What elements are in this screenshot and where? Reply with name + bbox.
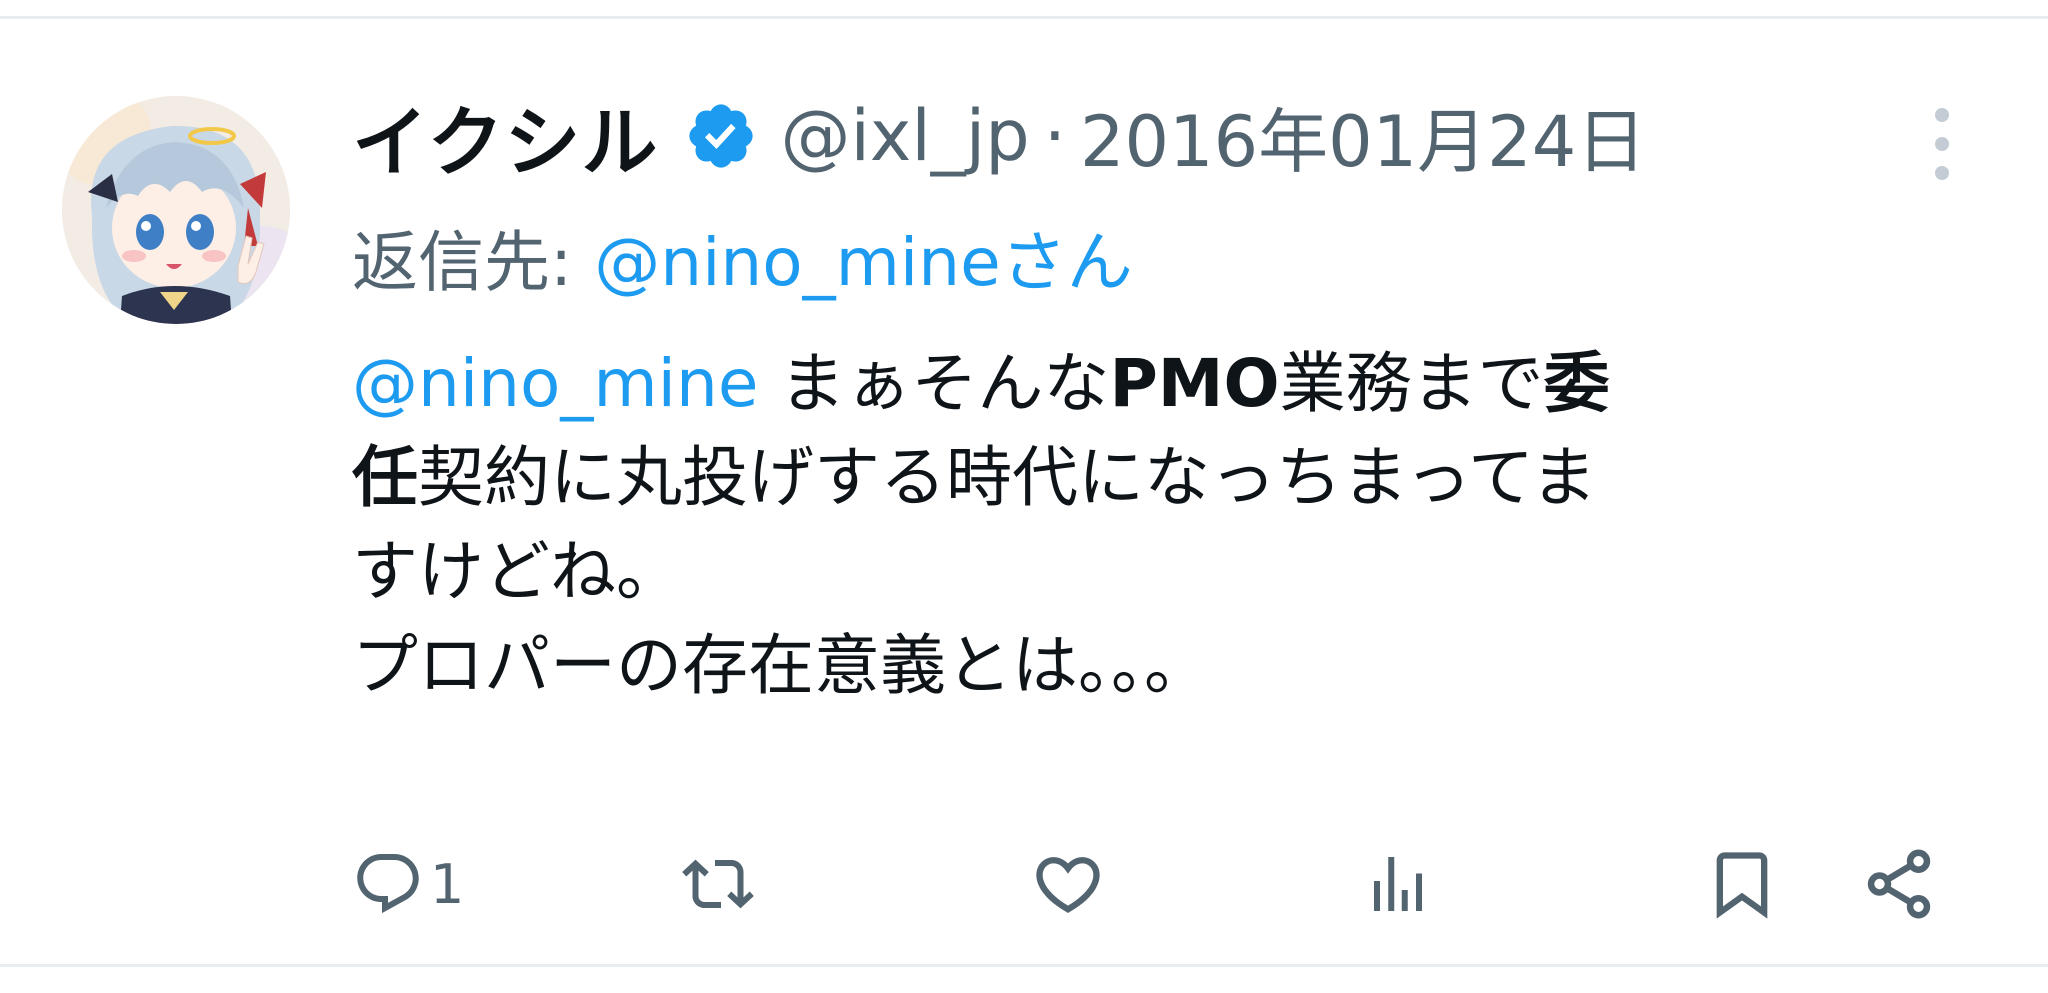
heart-icon — [1036, 857, 1100, 914]
share-icon — [1867, 849, 1931, 919]
reply-prefix: 返信先: — [352, 224, 573, 301]
action-bar: 1 — [352, 829, 1952, 939]
mention-link[interactable]: @nino_mine — [352, 345, 758, 422]
more-options-icon[interactable] — [1918, 101, 1966, 187]
views-button[interactable] — [1362, 829, 1434, 939]
tweet-text: @nino_mine まぁそんなPMO業務まで委 任契約に丸投げする時代になっち… — [352, 337, 1972, 713]
reply-target-link[interactable]: @nino_mineさん — [594, 209, 1132, 305]
bold-text-segment: 委 — [1543, 345, 1610, 422]
avatar[interactable] — [62, 96, 290, 324]
text-segment: 業務まで — [1279, 345, 1544, 422]
separator-dot: · — [1043, 95, 1066, 177]
verified-badge-icon[interactable] — [684, 99, 758, 173]
bookmark-button[interactable] — [1704, 829, 1780, 939]
author-handle[interactable]: @ixl_jp — [780, 95, 1029, 177]
bold-text-segment: PMO — [1109, 345, 1280, 422]
reply-count: 1 — [430, 852, 465, 916]
tweet[interactable]: イクシル @ixl_jp · 2016年01月24日 返信先: @nino_mi… — [0, 19, 2048, 964]
tweet-header: イクシル @ixl_jp · 2016年01月24日 — [352, 81, 1912, 191]
retweet-icon — [682, 859, 754, 909]
bottom-divider — [0, 964, 2048, 967]
reply-context: 返信先: @nino_mineさん — [352, 207, 1133, 307]
tweet-text-line: 任契約に丸投げする時代になっちまってま — [352, 431, 1972, 525]
tweet-text-line: プロパーの存在意義とは。。。 — [352, 627, 1210, 704]
reply-icon — [357, 854, 419, 914]
like-button[interactable] — [1030, 829, 1106, 939]
views-chart-icon — [1374, 857, 1422, 911]
reply-button[interactable]: 1 — [352, 829, 464, 939]
display-name[interactable]: イクシル — [352, 81, 658, 191]
bookmark-icon — [1716, 852, 1768, 919]
tweet-date[interactable]: 2016年01月24日 — [1080, 86, 1646, 187]
share-button[interactable] — [1860, 829, 1938, 939]
text-segment: まぁそんな — [758, 345, 1110, 422]
bold-text-segment: 任 — [352, 439, 418, 516]
tweet-text-line: @nino_mine まぁそんなPMO業務まで委 — [352, 337, 1972, 431]
text-segment: 契約に丸投げする時代になっちまってま — [418, 439, 1597, 516]
retweet-button[interactable] — [682, 829, 754, 939]
avatar-image — [62, 96, 290, 324]
tweet-text-line: すけどね。 — [352, 533, 682, 610]
